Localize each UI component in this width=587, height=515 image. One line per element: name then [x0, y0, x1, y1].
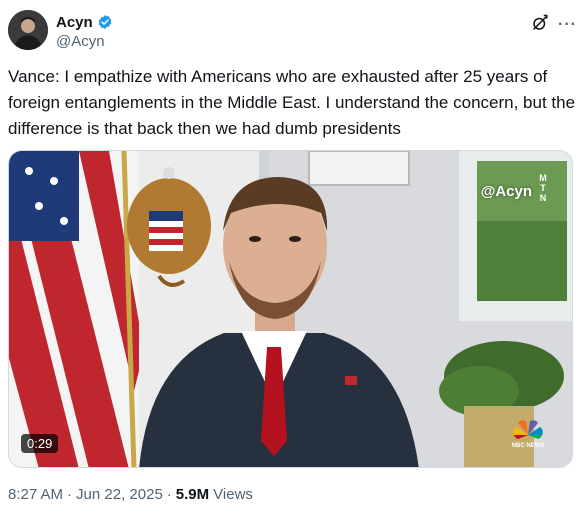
more-options-icon[interactable]: ···	[558, 16, 577, 34]
verified-badge-icon	[97, 14, 113, 30]
grok-icon[interactable]	[531, 14, 549, 32]
tweet-header: Acyn @Acyn ···	[8, 10, 579, 54]
tweet-date[interactable]: Jun 22, 2025	[76, 486, 163, 503]
meta-separator-2: ·	[166, 486, 172, 503]
views-label: Views	[213, 486, 253, 503]
video-duration: 0:29	[21, 434, 59, 453]
views-count: 5.9M	[175, 486, 210, 503]
author-handle[interactable]: @Acyn	[56, 33, 113, 50]
video-player[interactable]: @Acyn MTN 0:29 NBC NEWS	[8, 150, 573, 468]
author-names: Acyn @Acyn	[56, 12, 113, 50]
avatar-image	[8, 10, 48, 50]
nbc-news-logo-icon: NBC NEWS	[508, 417, 548, 449]
flag-graphic	[9, 151, 144, 467]
tweet-meta: 8:27 AM · Jun 22, 2025 · 5.9M Views	[8, 486, 253, 503]
author-display-name[interactable]: Acyn	[56, 14, 93, 31]
tweet-text: Vance: I empathize with Americans who ar…	[8, 67, 576, 138]
avatar[interactable]	[8, 10, 48, 50]
network-logo-text: NBC NEWS	[512, 443, 545, 449]
meta-separator: ·	[67, 486, 73, 503]
video-watermark: @Acyn	[480, 183, 532, 200]
mtn-logo: MTN	[539, 173, 547, 203]
tweet-time[interactable]: 8:27 AM	[8, 486, 63, 503]
